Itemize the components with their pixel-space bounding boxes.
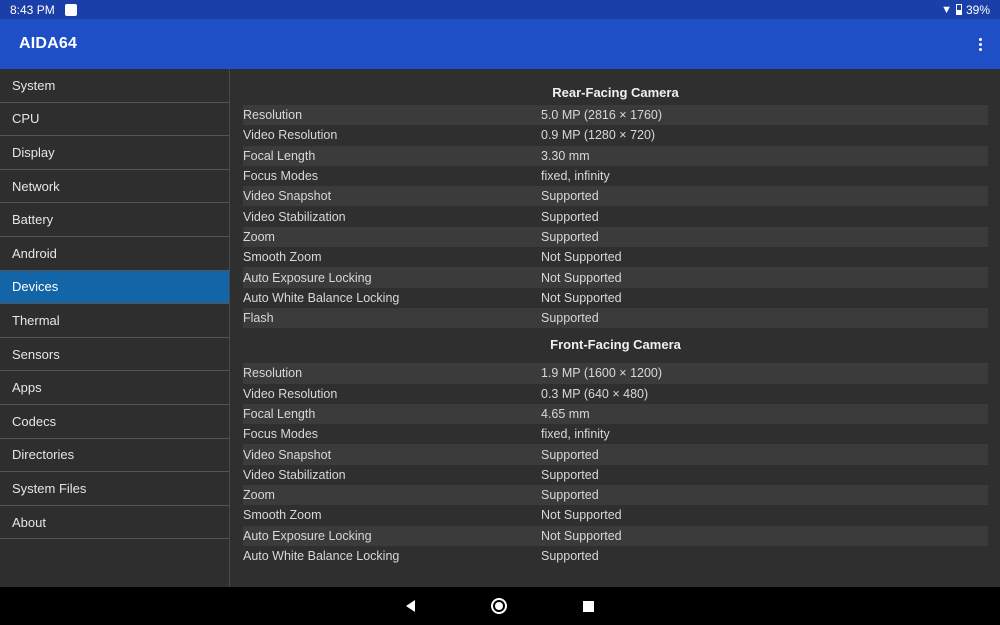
sidebar-item-system-files[interactable]: System Files [0,472,229,506]
row-label: Auto Exposure Locking [243,270,372,285]
rear-camera-title: Rear-Facing Camera [552,85,679,100]
status-right-group: ▼ 39% [941,3,990,17]
table-row: Auto Exposure Locking Not Supported [243,525,988,546]
navigation-bar [0,587,1000,625]
front-camera-table: Resolution 1.9 MP (1600 × 1200) Video Res… [243,363,988,566]
row-label: Video Stabilization [243,467,346,482]
sidebar: System CPU Display Network Battery Andro… [0,69,230,587]
row-value: Not Supported [541,290,622,305]
sidebar-item-sensors[interactable]: Sensors [0,338,229,372]
table-row: Focus Modes fixed, infinity [243,166,988,186]
row-label: Focal Length [243,148,316,163]
back-icon[interactable] [406,600,415,612]
row-label: Focus Modes [243,427,319,442]
row-label: Video Resolution [243,386,338,401]
row-value: Not Supported [541,528,622,543]
row-value: Supported [541,311,599,326]
row-value: 5.0 MP (2816 × 1760) [541,108,663,123]
row-value: 0.3 MP (640 × 480) [541,386,649,401]
row-value: Not Supported [541,508,622,523]
sidebar-item-devices[interactable]: Devices [0,270,229,305]
row-label: Auto Exposure Locking [243,528,372,543]
table-row: Auto White Balance Locking Not Supported [243,288,988,308]
overflow-menu-icon[interactable] [960,19,1000,69]
table-row: Focus Modes fixed, infinity [243,424,988,444]
row-value: Not Supported [541,250,622,265]
sidebar-item-apps[interactable]: Apps [0,371,229,405]
row-value: 3.30 mm [541,148,590,163]
row-value: Supported [541,549,599,564]
table-row: Video Snapshot Supported [243,444,988,465]
table-row: Video Snapshot Supported [243,186,988,207]
table-row: Focal Length 3.30 mm [243,145,988,166]
row-value: fixed, infinity [541,427,610,442]
row-value: 0.9 MP (1280 × 720) [541,128,656,143]
rear-camera-table: Resolution 5.0 MP (2816 × 1760) Video Res… [243,105,988,329]
table-row: Video Stabilization Supported [243,206,988,226]
row-value: Not Supported [541,270,622,285]
row-value: Supported [541,467,599,482]
table-row: Zoom Supported [243,485,988,506]
row-value: Supported [541,488,599,503]
wifi-icon: ▼ [941,3,952,16]
row-label: Resolution [243,366,303,381]
row-label: Resolution [243,108,303,123]
table-row: Flash Supported [243,307,988,329]
home-icon[interactable] [491,598,507,614]
devices-content[interactable]: Rear-Facing Camera Resolution 5.0 MP (281… [231,69,1000,587]
table-row: Resolution 1.9 MP (1600 × 1200) [243,363,988,384]
row-label: Focus Modes [243,169,319,184]
table-row: Video Resolution 0.9 MP (1280 × 720) [243,125,988,145]
row-label: Auto White Balance Locking [243,290,400,305]
row-value: fixed, infinity [541,169,610,184]
front-camera-title: Front-Facing Camera [550,337,681,353]
battery-percent: 39% [965,2,990,17]
sidebar-item-android[interactable]: Android [0,237,229,271]
status-time: 8:43 PM [10,2,55,17]
row-value: Supported [541,209,599,224]
app-title: AIDA64 [19,35,78,52]
row-value: Supported [541,229,599,244]
table-row: Smooth Zoom Not Supported [243,247,988,267]
row-label: Focal Length [243,407,316,421]
app-bar: AIDA64 [0,19,1000,69]
sidebar-item-cpu[interactable]: CPU [0,103,229,137]
row-label: Flash [243,311,274,326]
battery-icon [955,4,962,15]
recents-icon[interactable] [583,600,594,612]
row-value: Supported [541,447,599,462]
table-row: Auto Exposure Locking Not Supported [243,267,988,288]
row-label: Zoom [243,229,275,244]
row-label: Auto White Balance Locking [243,549,400,564]
row-label: Smooth Zoom [243,250,322,265]
table-row: Video Stabilization Supported [243,465,988,485]
row-label: Video Stabilization [243,209,346,224]
row-label: Video Snapshot [243,447,332,462]
row-value: 1.9 MP (1600 × 1200) [541,366,663,381]
table-row: Zoom Supported [243,226,988,248]
table-row: Auto White Balance Locking Supported [243,546,988,566]
sidebar-item-codecs[interactable]: Codecs [0,405,229,439]
sidebar-item-battery[interactable]: Battery [0,203,229,237]
table-row: Video Resolution 0.3 MP (640 × 480) [243,384,988,404]
sidebar-item-network[interactable]: Network [0,170,229,204]
row-label: Zoom [243,488,275,503]
row-value: 4.65 mm [541,407,590,421]
status-bar: 8:43 PM ▼ 39% [0,0,1000,19]
table-row: Resolution 5.0 MP (2816 × 1760) [243,105,988,126]
notification-icon [64,3,77,16]
table-row: Smooth Zoom Not Supported [243,505,988,525]
row-label: Video Snapshot [243,189,332,204]
sidebar-item-directories[interactable]: Directories [0,439,229,473]
sidebar-item-about[interactable]: About [0,506,229,540]
row-value: Supported [541,189,599,204]
row-label: Video Resolution [243,128,338,143]
table-row: Focal Length 4.65 mm [243,403,988,425]
sidebar-item-system[interactable]: System [0,69,229,103]
sidebar-item-thermal[interactable]: Thermal [0,304,229,338]
row-label: Smooth Zoom [243,508,322,523]
sidebar-item-display[interactable]: Display [0,136,229,170]
